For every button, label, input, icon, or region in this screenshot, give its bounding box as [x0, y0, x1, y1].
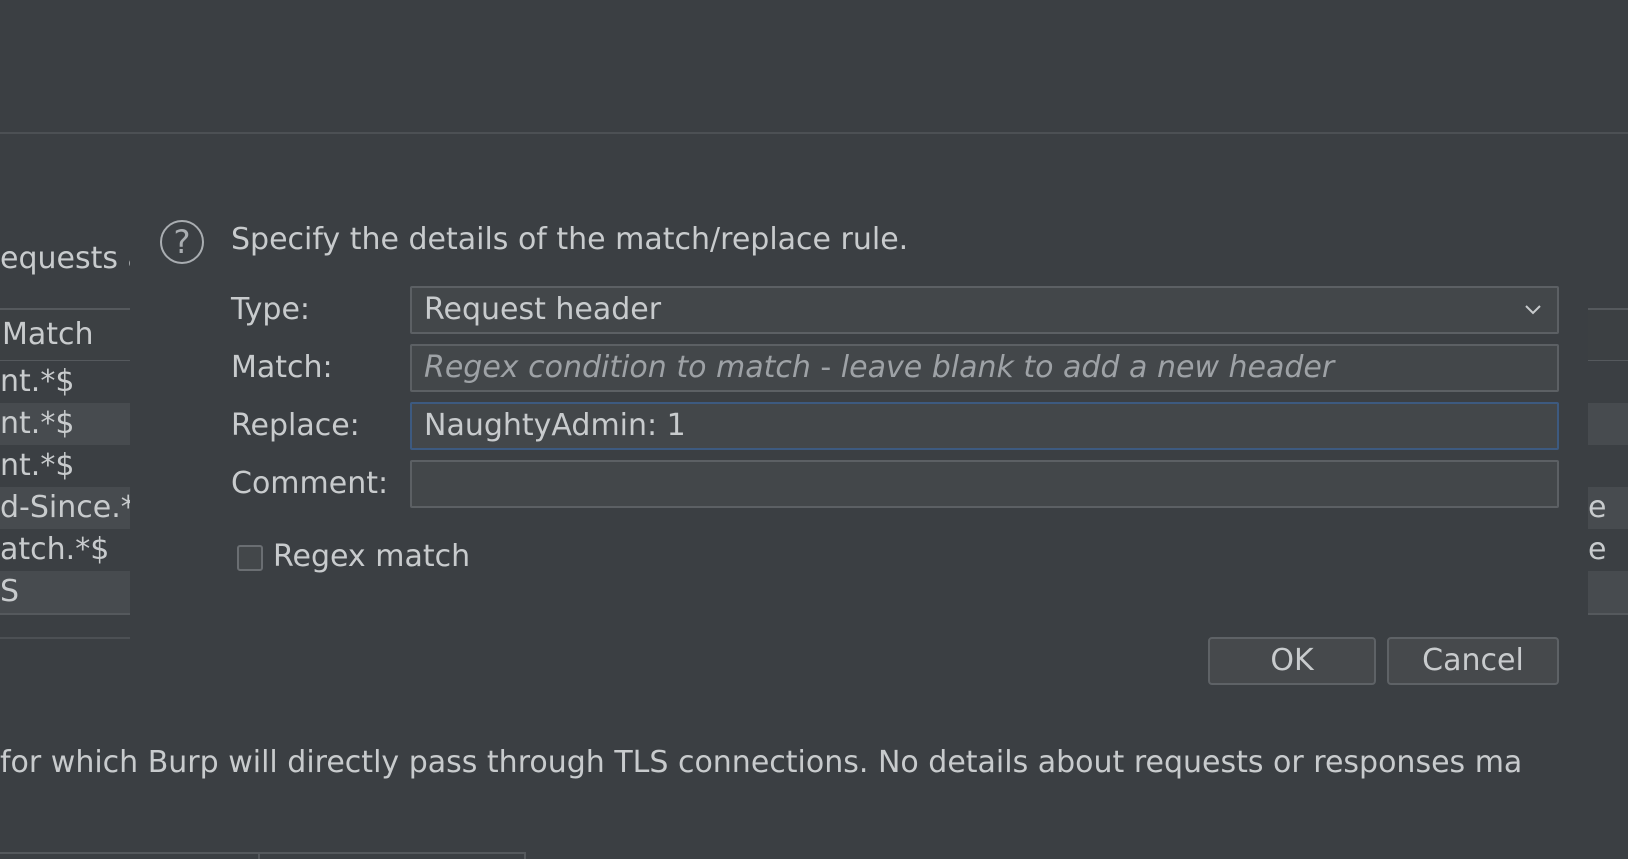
table-row[interactable]: atch.*$ — [0, 529, 130, 571]
match-placeholder-separator: - — [810, 350, 841, 385]
table-header[interactable] — [1588, 308, 1628, 361]
table-row[interactable] — [1588, 445, 1628, 487]
type-select-value: Request header — [424, 292, 662, 327]
match-replace-rule-dialog: ? Specify the details of the match/repla… — [130, 150, 1588, 710]
match-label: Match: — [231, 350, 333, 385]
table-row[interactable]: nt.*$ — [0, 403, 130, 445]
table-row[interactable]: nt.*$ — [0, 361, 130, 403]
table-bottom-border — [1588, 613, 1628, 615]
dialog-message: Specify the details of the match/replace… — [231, 222, 909, 257]
background-rules-table-right: e e — [1588, 308, 1628, 615]
table-row[interactable] — [1588, 571, 1628, 613]
ok-button[interactable]: OK — [1208, 637, 1376, 685]
comment-label: Comment: — [231, 466, 389, 501]
question-mark-icon: ? — [160, 220, 204, 264]
replace-input[interactable]: NaughtyAdmin: 1 — [410, 402, 1559, 450]
table-row[interactable] — [1588, 403, 1628, 445]
column-separator — [258, 854, 260, 859]
table-row[interactable]: d-Since.* — [0, 487, 130, 529]
app-window: equests a Match nt.*$ nt.*$ nt.*$ d-Sinc… — [0, 0, 1628, 859]
replace-label: Replace: — [231, 408, 360, 443]
top-divider — [0, 132, 1628, 134]
match-input[interactable]: Regex condition to match - leave blank t… — [410, 344, 1559, 392]
regex-match-label[interactable]: Regex match — [273, 537, 470, 577]
section-divider — [0, 637, 130, 639]
chevron-down-icon — [1525, 305, 1541, 315]
table-row[interactable]: e — [1588, 529, 1628, 571]
background-rules-table: Match nt.*$ nt.*$ nt.*$ d-Since.* atch.*… — [0, 308, 130, 615]
type-label: Type: — [231, 292, 311, 327]
comment-input[interactable] — [410, 460, 1559, 508]
background-table-header-strip — [0, 852, 526, 859]
type-select[interactable]: Request header — [410, 286, 1559, 334]
table-row[interactable] — [1588, 361, 1628, 403]
table-bottom-border — [0, 613, 130, 615]
tls-passthrough-description: for which Burp will directly pass throug… — [0, 745, 1523, 780]
table-header-match[interactable]: Match — [0, 308, 130, 361]
background-section-text: equests a — [0, 241, 132, 276]
table-row[interactable]: nt.*$ — [0, 445, 130, 487]
match-placeholder-part2: leave blank to add a new header — [840, 350, 1335, 385]
regex-match-checkbox[interactable] — [237, 545, 263, 571]
table-row[interactable]: S — [0, 571, 130, 613]
column-separator — [524, 854, 526, 859]
cancel-button[interactable]: Cancel — [1387, 637, 1559, 685]
table-row[interactable]: e — [1588, 487, 1628, 529]
match-placeholder-part1: Regex condition to match — [424, 350, 811, 385]
